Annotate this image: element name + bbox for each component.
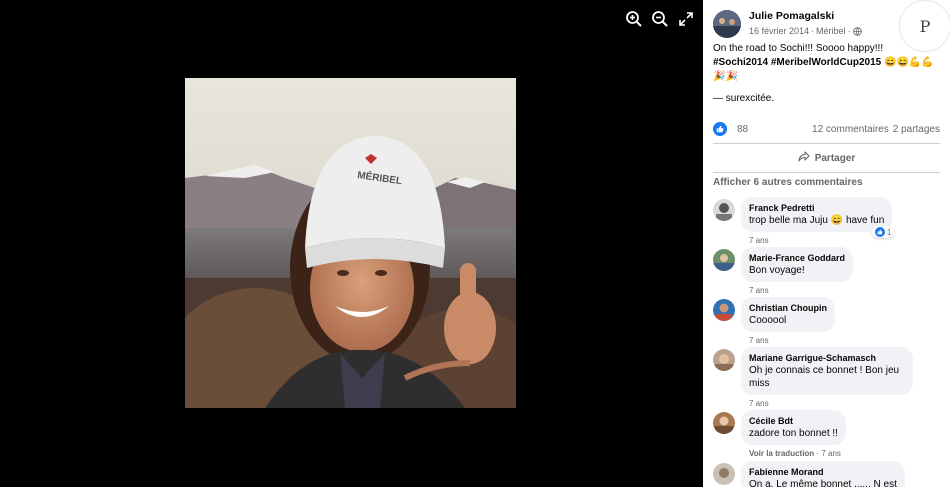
see-translation-link[interactable]: Voir la traduction	[749, 449, 814, 458]
commenter-name[interactable]: Cécile Bdt	[749, 415, 838, 427]
like-count[interactable]: 88	[737, 124, 748, 135]
comment-text-line: miss	[749, 378, 770, 389]
comment-bubble: Christian Choupin Coooool	[741, 297, 835, 332]
share-count[interactable]: 2 partages	[893, 124, 940, 135]
post-side-panel: P Julie Pomagalski 16 février 2014 · Mér…	[703, 0, 950, 487]
comment-item: Marie-France Goddard Bon voyage! 7 ans	[713, 247, 854, 296]
comment-item: Christian Choupin Coooool 7 ans	[713, 297, 835, 346]
comment-text-line: Oh je connais ce bonnet ! Bon jeu	[749, 365, 900, 376]
comment-time[interactable]: 7 ans	[749, 399, 913, 409]
comment-bubble: Mariane Garrigue-Schamasch Oh je connais…	[741, 347, 913, 395]
post-meta: 16 février 2014 · Méribel ·	[749, 25, 862, 38]
like-reaction-icon	[874, 227, 885, 237]
post-hashtags[interactable]: #Sochi2014 #MeribelWorldCup2015	[713, 57, 881, 68]
author-block: Julie Pomagalski 16 février 2014 · Mérib…	[749, 10, 862, 38]
viewer-controls	[624, 9, 696, 29]
comment-bubble: Fabienne Morand On a. Le même bonnet ...…	[741, 461, 905, 487]
post-date[interactable]: 16 février 2014	[749, 25, 809, 38]
comment-bubble: Franck Pedretti trop belle ma Juju 😄 hav…	[741, 197, 895, 238]
comment-text: Coooool	[749, 315, 787, 326]
commenter-avatar[interactable]	[713, 299, 735, 321]
comment-text: On a. Le même bonnet ...... N est	[749, 479, 897, 487]
commenter-avatar[interactable]	[713, 463, 735, 485]
commenter-name[interactable]: Mariane Garrigue-Schamasch	[749, 352, 905, 364]
selfie-photo-image: MÉRIBEL	[185, 78, 516, 408]
zoom-out-icon[interactable]	[650, 9, 670, 29]
zoom-in-icon[interactable]	[624, 9, 644, 29]
globe-icon[interactable]	[852, 27, 862, 36]
commenter-name[interactable]: Franck Pedretti	[749, 202, 884, 214]
commenter-avatar[interactable]	[713, 249, 735, 271]
comment-text: Bon voyage!	[749, 265, 805, 276]
post-counts: 12 commentaires 2 partages	[812, 124, 940, 135]
comment-time[interactable]: · 7 ans	[816, 449, 840, 458]
comment-reactions[interactable]: 1	[871, 226, 895, 238]
share-label: Partager	[814, 152, 856, 164]
post-photo[interactable]: MÉRIBEL	[185, 78, 516, 408]
commenter-avatar[interactable]	[713, 349, 735, 371]
commenter-name[interactable]: Christian Choupin	[749, 302, 827, 314]
share-button[interactable]: Partager	[713, 147, 940, 169]
more-comments-link[interactable]: Afficher 6 autres commentaires	[713, 177, 863, 188]
meta-separator: ·	[847, 26, 851, 36]
watermark-letter: P	[919, 16, 931, 36]
comment-item: Cécile Bdt zadore ton bonnet !! Voir la …	[713, 410, 846, 459]
author-avatar[interactable]	[713, 10, 741, 38]
commenter-avatar[interactable]	[713, 412, 735, 434]
commenter-avatar[interactable]	[713, 199, 735, 221]
comment-item: Fabienne Morand On a. Le même bonnet ...…	[713, 461, 905, 487]
comment-time[interactable]: 7 ans	[749, 236, 892, 246]
like-reaction-icon[interactable]	[713, 122, 727, 136]
commenter-name[interactable]: Fabienne Morand	[749, 466, 897, 478]
reactions-row: 88 12 commentaires 2 partages	[713, 122, 940, 136]
fullscreen-icon[interactable]	[676, 9, 696, 29]
comment-text: zadore ton bonnet !!	[749, 428, 838, 439]
post-text: On the road to Sochi!!! Soooo happy!!! #…	[713, 42, 941, 106]
comment-item: Mariane Garrigue-Schamasch Oh je connais…	[713, 347, 913, 409]
comment-bubble: Marie-France Goddard Bon voyage!	[741, 247, 854, 282]
share-icon	[798, 151, 810, 165]
comment-meta: Voir la traduction · 7 ans	[749, 449, 846, 459]
comment-item: Franck Pedretti trop belle ma Juju 😄 hav…	[713, 197, 895, 246]
photo-viewer: MÉRIBEL	[0, 0, 703, 487]
comment-time[interactable]: 7 ans	[749, 336, 835, 346]
post-text-line: On the road to Sochi!!! Soooo happy!!!	[713, 43, 884, 54]
comment-bubble: Cécile Bdt zadore ton bonnet !!	[741, 410, 846, 445]
comment-time[interactable]: 7 ans	[749, 286, 853, 296]
author-name[interactable]: Julie Pomagalski	[749, 10, 862, 23]
comment-reaction-count: 1	[886, 227, 892, 237]
post-location[interactable]: Méribel	[816, 25, 846, 38]
divider	[713, 172, 940, 173]
post-feeling: — surexcitée.	[713, 93, 775, 104]
divider	[713, 143, 940, 144]
meta-separator: ·	[811, 26, 815, 36]
comment-count[interactable]: 12 commentaires	[812, 124, 889, 135]
comment-text: trop belle ma Juju 😄 have fun	[749, 215, 885, 226]
post-header: Julie Pomagalski 16 février 2014 · Mérib…	[713, 10, 862, 38]
commenter-name[interactable]: Marie-France Goddard	[749, 252, 845, 264]
